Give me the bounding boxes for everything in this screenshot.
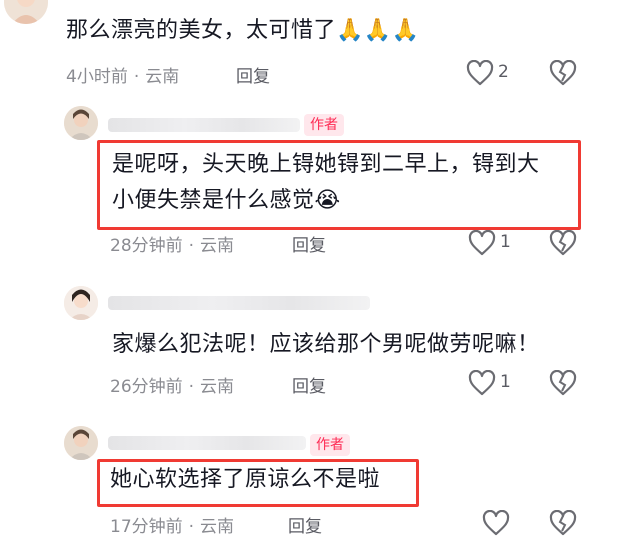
- dislike-broken-heart-icon[interactable]: [549, 510, 577, 536]
- dislike-broken-heart-icon[interactable]: [549, 370, 577, 396]
- avatar[interactable]: [64, 426, 98, 460]
- username-blurred[interactable]: [108, 296, 370, 310]
- comment-location: 云南: [200, 236, 235, 256]
- like-count: 1: [500, 232, 511, 252]
- meta-separator: ·: [133, 67, 140, 87]
- comment-time: 28分钟前: [110, 236, 183, 256]
- heart-icon: [468, 370, 496, 396]
- author-badge: 作者: [304, 114, 344, 136]
- reply-button[interactable]: 回复: [236, 62, 270, 87]
- like-count: 1: [500, 372, 511, 392]
- avatar[interactable]: [4, 0, 48, 24]
- meta-separator: ·: [188, 517, 195, 537]
- comment-text: 家爆么犯法呢！应该给那个男呢做劳呢嘛！: [112, 332, 540, 357]
- comment-text-line2: 小便失禁是什么感觉😭: [112, 188, 341, 213]
- avatar[interactable]: [64, 286, 98, 320]
- dislike-broken-heart-icon[interactable]: [549, 60, 577, 86]
- comment-meta: 26分钟前 · 云南: [110, 372, 234, 397]
- heart-icon: [466, 60, 494, 86]
- reply-button[interactable]: 回复: [292, 372, 326, 397]
- comment-location: 云南: [145, 67, 180, 87]
- comment-time: 4小时前: [66, 67, 128, 87]
- heart-icon[interactable]: [482, 510, 510, 536]
- username-blurred[interactable]: [108, 436, 306, 450]
- heart-icon: [468, 230, 496, 256]
- comment-time: 26分钟前: [110, 377, 183, 397]
- comment-meta: 28分钟前 · 云南: [110, 231, 234, 256]
- comment-text-line1: 是呢呀，头天晚上锝她锝到二早上，锝到大: [112, 152, 540, 177]
- comment-text: 那么漂亮的美女，太可惜了🙏🙏🙏: [66, 18, 420, 43]
- comment-location: 云南: [200, 517, 235, 537]
- comment-meta: 4小时前 · 云南: [66, 62, 179, 87]
- like-button[interactable]: 1: [468, 368, 528, 398]
- dislike-broken-heart-icon[interactable]: [549, 230, 577, 256]
- meta-separator: ·: [188, 236, 195, 256]
- reply-button[interactable]: 回复: [292, 231, 326, 256]
- avatar[interactable]: [64, 106, 98, 140]
- like-button[interactable]: 2: [466, 58, 526, 88]
- comment-time: 17分钟前: [110, 517, 183, 537]
- like-count: 2: [498, 62, 509, 82]
- like-button[interactable]: 1: [468, 228, 528, 258]
- comment-text: 她心软选择了原谅么不是啦: [110, 467, 381, 492]
- author-badge: 作者: [310, 434, 350, 456]
- comment-meta: 17分钟前 · 云南: [110, 512, 234, 537]
- meta-separator: ·: [188, 377, 195, 397]
- username-blurred[interactable]: [108, 118, 300, 132]
- comment-location: 云南: [200, 377, 235, 397]
- reply-button[interactable]: 回复: [288, 512, 322, 537]
